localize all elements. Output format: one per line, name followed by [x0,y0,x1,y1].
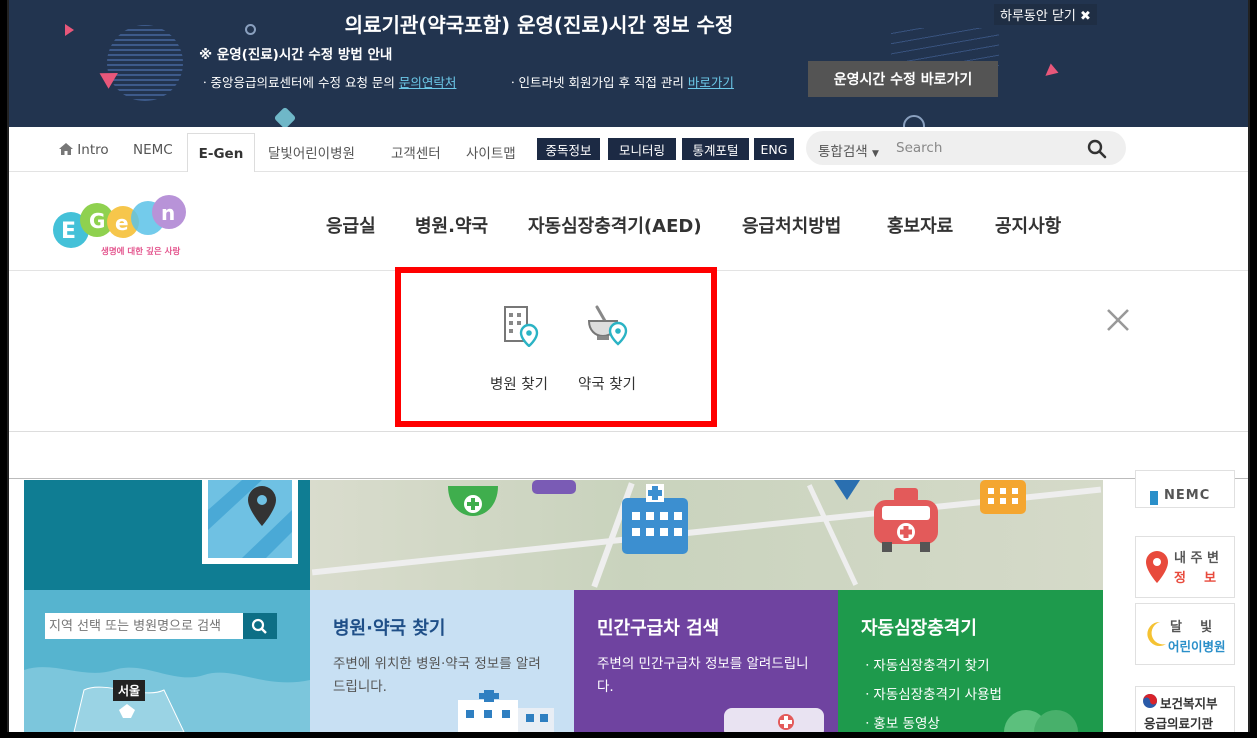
marker-icon [834,480,860,500]
contact-link[interactable]: 문의연락처 [399,75,457,90]
aed-tile[interactable]: 자동심장충격기 ㆍ자동심장충격기 찾기 ㆍ자동심장충격기 사용법 ㆍ홍보 동영상 [838,590,1103,732]
notice-banner: 의료기관(약국포함) 운영(진료)시간 정보 수정 ※ 운영(진료)시간 수정 … [9,0,1248,127]
search-icon[interactable] [1086,138,1108,160]
stats-portal-button[interactable]: 통계포털 [682,138,749,160]
nav-first-aid[interactable]: 응급처치방법 [742,212,841,238]
caret-down-icon: ▼ [871,149,879,159]
egen-logo[interactable]: E G e n 생명에 대한 깊은 사랑 [45,190,195,258]
tile-title: 민간구급차 검색 [597,618,720,639]
promo-video-link[interactable]: ㆍ홍보 동영상 [861,710,1002,732]
svg-text:e: e [115,211,129,235]
aed-link-list: ㆍ자동심장충격기 찾기 ㆍ자동심장충격기 사용법 ㆍ홍보 동영상 [861,652,1002,732]
close-today-button[interactable]: 하루동안 닫기 ✖ [994,4,1097,25]
region-search-button[interactable] [243,613,277,639]
site-header: E G e n 생명에 대한 깊은 사랑 응급실 병원.약국 자동심장충격기(A… [9,172,1248,271]
location-pin-icon [1146,551,1168,583]
svg-text:E: E [61,219,76,244]
intro-label: Intro [77,142,109,158]
divider [9,431,1248,432]
decorative-triangle [1041,63,1059,81]
side-moon-top: 달 빛 [1170,620,1213,635]
logo-tagline: 생명에 대한 깊은 사랑 [101,246,180,257]
search-bar: 통합검색 ▼ [806,131,1126,165]
submenu-dropdown: 병원 찾기 약국 찾기 [9,267,1248,479]
aed-device-icon [1004,710,1078,732]
moonlight-hospital-link[interactable]: 달빛어린이병원 [268,142,355,162]
poison-info-button[interactable]: 중독정보 [537,138,600,160]
home-icon [59,143,73,155]
egen-tab[interactable]: E-Gen [187,133,255,173]
tile-title: 병원·약국 찾기 [333,618,446,639]
ambulance-tile[interactable]: 민간구급차 검색 주변의 민간구급차 정보를 알려드립니다. [574,590,838,732]
seoul-label[interactable]: 서울 [113,680,146,701]
hospital-pharmacy-tile[interactable]: 병원·약국 찾기 주변에 위치한 병원·약국 정보를 알려드립니다. [310,590,574,732]
notice-line-contact: ㆍ중앙응급의료센터에 수정 요청 문의 문의연락처 [199,72,456,91]
marker-icon [532,480,576,494]
pharmacy-marker-icon [448,486,498,516]
nav-aed[interactable]: 자동심장충격기(AED) [528,212,702,238]
intro-link[interactable]: Intro [59,142,109,158]
map-pin-icon [202,480,298,564]
customer-center-link[interactable]: 고객센터 [391,142,441,162]
nav-promotion[interactable]: 홍보자료 [887,212,953,238]
region-search-tile: 서울 [24,590,310,732]
notice-line-intranet: ㆍ인트라넷 회원가입 후 직접 관리 바로가기 [507,72,734,91]
decorative-ring [903,115,925,127]
ambulance-icon [724,708,824,732]
side-mohw-bottom: 응급의료기관 [1144,716,1214,731]
tile-description: 주변의 민간구급차 정보를 알려드립니다. [597,656,809,695]
nav-emergency-room[interactable]: 응급실 [326,212,376,238]
nav-hospital-pharmacy[interactable]: 병원.약국 [415,212,488,238]
side-nearby-bottom: 정 보 [1174,571,1217,586]
side-moon-bottom: 어린이병원 [1168,639,1226,654]
side-nearby-top: 내 주 변 [1174,551,1219,566]
main-content: 서울 병원·약국 찾기 주변에 위치한 병원·약국 정보를 알려드립니다. 민간… [9,470,1248,732]
hospital-marker-icon [622,484,688,554]
side-nearby-info-link[interactable]: 내 주 변 정 보 [1135,536,1235,598]
side-mohw-link[interactable]: 보건복지부 응급의료기관 [1135,686,1235,732]
search-scope-select[interactable]: 통합검색 ▼ [818,140,879,160]
map-banner[interactable] [24,480,310,592]
region-search-input[interactable] [45,613,243,639]
close-icon[interactable] [1105,307,1131,333]
browser-page: 의료기관(약국포함) 운영(진료)시간 정보 수정 ※ 운영(진료)시간 수정 … [7,0,1250,732]
nemc-link[interactable]: NEMC [133,142,173,158]
highlight-box [395,267,717,427]
aed-howto-link[interactable]: ㆍ자동심장충격기 사용법 [861,681,1002,710]
side-nemc-label: NEMC [1164,488,1211,503]
notice-line-text: ㆍ중앙응급의료센터에 수정 요청 문의 [199,75,395,90]
close-icon: ✖ [1080,9,1091,24]
shortcut-link[interactable]: 바로가기 [688,75,734,90]
monitoring-button[interactable]: 모니터링 [608,138,676,160]
notice-line-text: ㆍ인트라넷 회원가입 후 직접 관리 [507,75,684,90]
edit-hours-button[interactable]: 운영시간 수정 바로가기 [808,61,998,97]
building-marker-icon [980,480,1026,514]
side-moonlight-link[interactable]: 달 빛 어린이병원 [1135,603,1235,665]
moon-icon [1147,621,1166,646]
decorative-shape [273,106,297,127]
search-icon [251,618,267,634]
search-scope-label: 통합검색 [818,144,868,160]
svg-text:n: n [161,201,175,225]
english-button[interactable]: ENG [754,138,794,160]
hospital-building-icon [458,690,554,732]
svg-text:G: G [89,209,105,233]
korea-map [24,667,310,732]
sitemap-link[interactable]: 사이트맵 [466,142,516,162]
taegeuk-icon [1143,694,1157,708]
notice-subtitle: ※ 운영(진료)시간 수정 방법 안내 [199,47,393,63]
ambulance-marker-icon [874,488,938,552]
nemc-logo-icon [1150,491,1158,505]
tile-title: 자동심장충격기 [861,618,977,639]
search-input[interactable] [896,137,1076,159]
side-nemc-link[interactable]: NEMC [1135,470,1235,508]
notice-title: 의료기관(약국포함) 운영(진료)시간 정보 수정 [344,13,734,37]
nav-notices[interactable]: 공지사항 [995,212,1061,238]
map-illustration [310,480,1103,590]
close-today-label: 하루동안 닫기 [1000,9,1076,24]
side-quick-links: NEMC 내 주 변 정 보 달 빛 어린이병원 보건복지부 응급의료기관 [1135,470,1235,732]
side-mohw-top: 보건복지부 [1160,696,1218,711]
utility-bar: Intro NEMC E-Gen 달빛어린이병원 고객센터 사이트맵 중독정보 … [9,127,1248,173]
aed-find-link[interactable]: ㆍ자동심장충격기 찾기 [861,652,1002,681]
